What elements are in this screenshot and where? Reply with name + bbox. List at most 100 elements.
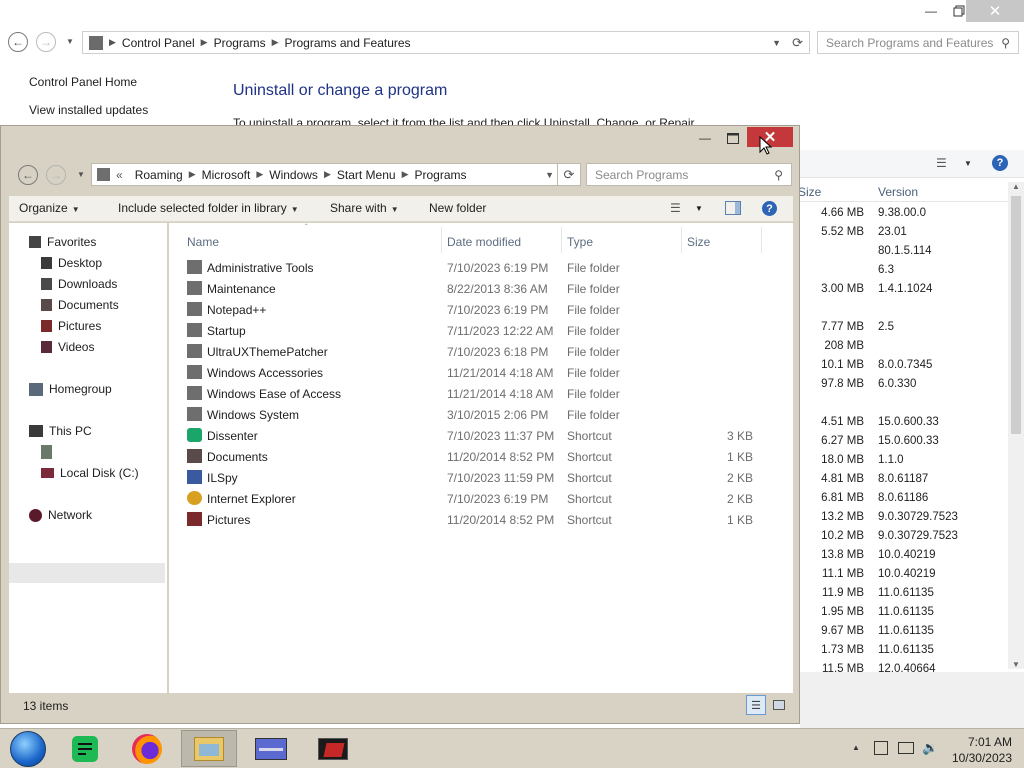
breadcrumb-roaming[interactable]: Roaming — [129, 168, 189, 182]
volume-icon[interactable]: 🔉 — [922, 740, 938, 756]
program-row[interactable]: 4.51 MB 15.0.600.33 — [800, 413, 1010, 432]
file-row[interactable]: Pictures 11/20/2014 8:52 PM Shortcut 1 KB — [169, 509, 793, 530]
program-row[interactable] — [800, 394, 1010, 413]
nav-network[interactable]: Network — [29, 508, 92, 522]
nav-homegroup[interactable]: Homegroup — [29, 382, 112, 396]
program-row[interactable]: 6.81 MB 8.0.61186 — [800, 489, 1010, 508]
breadcrumb-programs[interactable]: Programs — [408, 168, 472, 182]
file-row[interactable]: Internet Explorer 7/10/2023 6:19 PM Shortc… — [169, 488, 793, 509]
file-row[interactable]: Maintenance 8/22/2013 8:36 AM File folder — [169, 278, 793, 299]
program-row[interactable]: 3.00 MB 1.4.1.1024 — [800, 280, 1010, 299]
nav-favorites[interactable]: Favorites — [29, 235, 96, 249]
program-row[interactable]: 13.2 MB 9.0.30729.7523 — [800, 508, 1010, 527]
program-row[interactable]: 1.95 MB 11.0.61135 — [800, 603, 1010, 622]
nav-downloads[interactable]: Downloads — [41, 277, 117, 291]
maximize-button[interactable] — [721, 129, 745, 147]
file-row[interactable]: Dissenter 7/10/2023 11:37 PM Shortcut 3 KB — [169, 425, 793, 446]
version-column-header[interactable]: Version — [878, 185, 918, 199]
nav-removable-drive[interactable] — [41, 445, 58, 459]
minimize-button[interactable]: — — [693, 129, 717, 147]
share-with-button[interactable]: Share with ▼ — [330, 201, 399, 215]
program-row[interactable]: 6.27 MB 15.0.600.33 — [800, 432, 1010, 451]
taskbar-firefox[interactable] — [119, 730, 175, 767]
nav-documents[interactable]: Documents — [41, 298, 119, 312]
control-panel-home-link[interactable]: Control Panel Home — [29, 75, 148, 89]
file-row[interactable]: Windows Accessories 11/21/2014 4:18 AM Fil… — [169, 362, 793, 383]
nav-local-disk[interactable]: Local Disk (C:) — [41, 466, 139, 480]
file-row[interactable]: ILSpy 7/10/2023 11:59 PM Shortcut 2 KB — [169, 467, 793, 488]
help-icon[interactable]: ? — [762, 201, 777, 216]
chevron-down-icon[interactable]: ▼ — [772, 38, 781, 48]
program-row[interactable]: 10.1 MB 8.0.0.7345 — [800, 356, 1010, 375]
preview-pane-icon[interactable] — [725, 201, 741, 215]
new-folder-button[interactable]: New folder — [429, 201, 486, 215]
nav-this-pc[interactable]: This PC — [29, 424, 92, 438]
address-bar[interactable]: « Roaming ▶ Microsoft ▶ Windows ▶ Start … — [91, 163, 561, 186]
start-button[interactable] — [0, 730, 56, 767]
program-row[interactable]: 18.0 MB 1.1.0 — [800, 451, 1010, 470]
file-row[interactable]: Startup 7/11/2023 12:22 AM File folder — [169, 320, 793, 341]
program-row[interactable]: 208 MB — [800, 337, 1010, 356]
network-status-icon[interactable] — [898, 742, 914, 754]
bg-scrollbar[interactable]: ▲ ▼ — [1008, 182, 1024, 669]
file-row[interactable]: Documents 11/20/2014 8:52 PM Shortcut 1 KB — [169, 446, 793, 467]
name-column-header[interactable]: Name — [187, 235, 219, 249]
file-row[interactable]: Windows System 3/10/2015 2:06 PM File fold… — [169, 404, 793, 425]
breadcrumb-control-panel[interactable]: Control Panel — [116, 36, 201, 50]
show-hidden-icons-button[interactable]: ▲ — [852, 743, 860, 752]
bg-forward-button[interactable]: → — [36, 32, 56, 52]
file-row[interactable]: Administrative Tools 7/10/2023 6:19 PM Fil… — [169, 257, 793, 278]
refresh-button[interactable]: ⟳ — [557, 163, 581, 186]
date-column-header[interactable]: Date modified — [447, 235, 521, 249]
explorer-titlebar[interactable]: — ✕ — [1, 126, 799, 154]
breadcrumb-start-menu[interactable]: Start Menu — [331, 168, 402, 182]
taskbar-sheets-app[interactable] — [57, 730, 113, 767]
program-row[interactable]: 10.2 MB 9.0.30729.7523 — [800, 527, 1010, 546]
file-row[interactable]: Notepad++ 7/10/2023 6:19 PM File folder — [169, 299, 793, 320]
program-row[interactable]: 11.1 MB 10.0.40219 — [800, 565, 1010, 584]
nav-desktop[interactable]: Desktop — [41, 256, 102, 270]
system-clock[interactable]: 7:01 AM 10/30/2023 — [952, 734, 1012, 766]
view-options-icon[interactable]: ☰ — [936, 156, 947, 170]
nav-videos[interactable]: Videos — [41, 340, 94, 354]
organize-button[interactable]: Organize ▼ — [19, 201, 80, 215]
include-in-library-button[interactable]: Include selected folder in library ▼ — [118, 201, 299, 215]
nav-pictures[interactable]: Pictures — [41, 319, 101, 333]
refresh-icon[interactable]: ⟳ — [792, 35, 803, 51]
bg-close-button[interactable]: ✕ — [966, 0, 1024, 22]
bg-scrollbar-thumb[interactable] — [1011, 196, 1021, 434]
taskbar-file-explorer[interactable] — [181, 730, 237, 767]
program-row[interactable] — [800, 299, 1010, 318]
change-view-icon[interactable]: ☰ — [670, 201, 681, 215]
search-input[interactable]: Search Programs ⚲ — [586, 163, 792, 186]
bg-address-bar[interactable]: ▶ Control Panel ▶ Programs ▶ Programs an… — [82, 31, 810, 54]
large-icons-view-button[interactable] — [769, 695, 789, 715]
taskbar-control-panel[interactable] — [243, 730, 299, 767]
help-icon[interactable]: ? — [992, 155, 1008, 171]
bg-back-button[interactable]: ← — [8, 32, 28, 52]
program-row[interactable]: 4.66 MB 9.38.00.0 — [800, 204, 1010, 223]
breadcrumb-microsoft[interactable]: Microsoft — [196, 168, 257, 182]
breadcrumb-overflow[interactable]: « — [110, 168, 129, 182]
size-column-header[interactable]: Size — [687, 235, 710, 249]
breadcrumb-programs[interactable]: Programs — [208, 36, 272, 50]
program-row[interactable]: 97.8 MB 6.0.330 — [800, 375, 1010, 394]
details-view-button[interactable]: ☰ — [746, 695, 766, 715]
type-column-header[interactable]: Type — [567, 235, 593, 249]
program-row[interactable]: 13.8 MB 10.0.40219 — [800, 546, 1010, 565]
view-installed-updates-link[interactable]: View installed updates — [29, 103, 148, 117]
program-row[interactable]: 1.73 MB 11.0.61135 — [800, 641, 1010, 660]
chevron-down-icon[interactable]: ▼ — [545, 170, 554, 180]
file-row[interactable]: Windows Ease of Access 11/21/2014 4:18 AM… — [169, 383, 793, 404]
scroll-down-icon[interactable]: ▼ — [1012, 660, 1020, 669]
breadcrumb-windows[interactable]: Windows — [263, 168, 324, 182]
forward-button[interactable]: → — [46, 165, 66, 185]
recent-locations-dropdown[interactable]: ▼ — [77, 170, 85, 179]
program-row[interactable]: 5.52 MB 23.01 — [800, 223, 1010, 242]
taskbar-red-app[interactable] — [305, 730, 361, 767]
back-button[interactable]: ← — [18, 165, 38, 185]
program-row[interactable]: 4.81 MB 8.0.61187 — [800, 470, 1010, 489]
program-row[interactable]: 80.1.5.114 — [800, 242, 1010, 261]
size-column-header[interactable]: Size — [798, 185, 821, 199]
bg-search-input[interactable]: Search Programs and Features ⚲ — [817, 31, 1019, 54]
